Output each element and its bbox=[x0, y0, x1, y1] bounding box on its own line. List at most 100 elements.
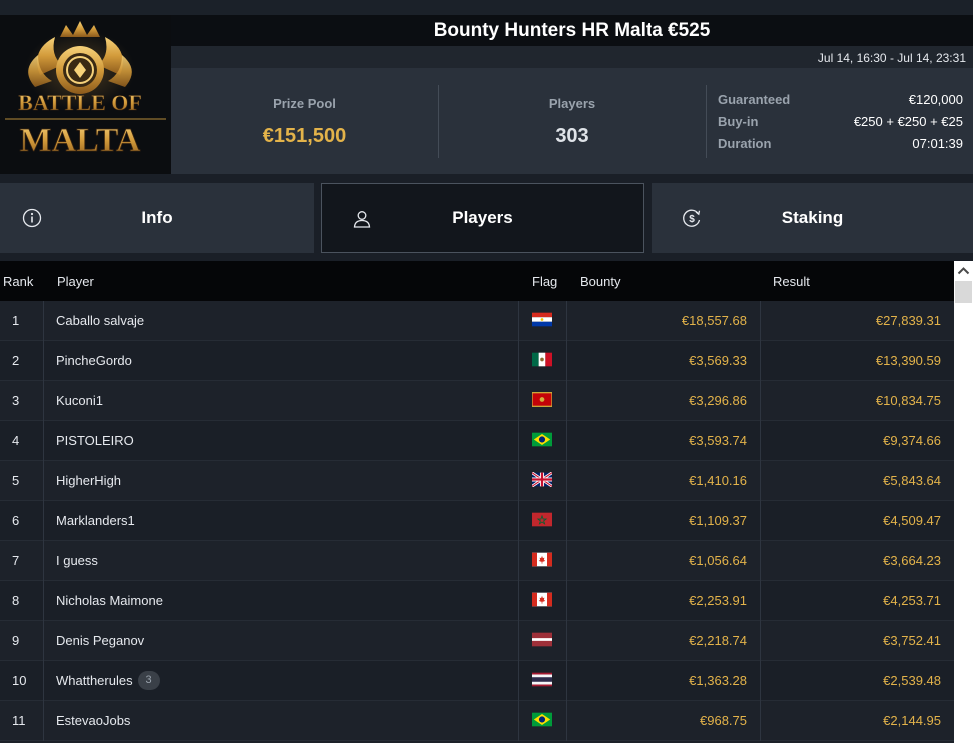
player-name[interactable]: Kuconi1 bbox=[56, 393, 103, 408]
player-cell[interactable]: PincheGordo bbox=[44, 341, 519, 381]
header-result[interactable]: Result bbox=[773, 274, 810, 289]
player-cell[interactable]: HigherHigh bbox=[44, 461, 519, 501]
guaranteed-value: €120,000 bbox=[908, 92, 963, 107]
tab-players[interactable]: Players bbox=[321, 183, 644, 253]
table-row[interactable]: 4 PISTOLEIRO €3,593.74 €9,374.66 bbox=[0, 421, 954, 461]
player-cell[interactable]: Nicholas Maimone bbox=[44, 581, 519, 621]
mexico-flag-icon bbox=[532, 352, 552, 367]
players-label: Players bbox=[548, 96, 596, 111]
player-cell[interactable]: Denis Peganov bbox=[44, 621, 519, 661]
duration-value: 07:01:39 bbox=[912, 136, 963, 151]
flag-cell bbox=[519, 661, 567, 701]
player-cell[interactable]: Whattherules 3 bbox=[44, 661, 519, 701]
rank-cell: 10 bbox=[0, 661, 44, 701]
svg-text:BATTLE OF: BATTLE OF bbox=[18, 90, 142, 115]
result-cell: €9,374.66 bbox=[883, 433, 941, 448]
players-value: 303 bbox=[555, 125, 589, 147]
tab-info[interactable]: Info bbox=[0, 183, 314, 253]
rank-cell: 9 bbox=[0, 621, 44, 661]
table-row[interactable]: 5 HigherHigh €1,410.16 €5,843.64 bbox=[0, 461, 954, 501]
gap-strip bbox=[0, 174, 973, 183]
result-cell: €2,539.48 bbox=[883, 673, 941, 688]
player-name[interactable]: Denis Peganov bbox=[56, 633, 144, 648]
morocco-flag-icon bbox=[532, 512, 552, 527]
brazil-flag-icon bbox=[532, 712, 552, 727]
result-cell: €4,509.47 bbox=[883, 513, 941, 528]
scroll-thumb[interactable] bbox=[955, 281, 972, 303]
buyin-label: Buy-in bbox=[718, 114, 759, 129]
buyin-value: €250 + €250 + €25 bbox=[853, 114, 963, 129]
table-row[interactable]: 10 Whattherules 3 €1,363.28 €2,539.48 bbox=[0, 661, 954, 701]
prize-pool-value: €151,500 bbox=[262, 125, 347, 147]
canada-flag-icon bbox=[532, 552, 552, 567]
player-cell[interactable]: EstevaoJobs bbox=[44, 701, 519, 741]
player-cell[interactable]: Kuconi1 bbox=[44, 381, 519, 421]
tab-info-label: Info bbox=[141, 208, 173, 227]
buyin-row: Buy-in €250 + €250 + €25 bbox=[718, 114, 963, 136]
player-cell[interactable]: Marklanders1 bbox=[44, 501, 519, 541]
guaranteed-row: Guaranteed €120,000 bbox=[718, 92, 963, 114]
result-cell: €13,390.59 bbox=[875, 353, 941, 368]
prize-pool-label: Prize Pool bbox=[273, 96, 336, 111]
player-name[interactable]: I guess bbox=[56, 553, 98, 568]
table-row[interactable]: 7 I guess €1,056.64 €3,664.23 bbox=[0, 541, 954, 581]
bounty-cell: €1,056.64 bbox=[567, 541, 761, 581]
table-row[interactable]: 11 EstevaoJobs €968.75 €2,144.95 bbox=[0, 701, 954, 741]
rank-cell: 11 bbox=[0, 701, 44, 741]
table-header: Rank Player Flag Bounty Result bbox=[0, 261, 954, 301]
player-name[interactable]: EstevaoJobs bbox=[56, 713, 130, 728]
dollar-cycle-icon: $ bbox=[683, 209, 701, 227]
top-strip bbox=[0, 0, 973, 15]
canada-flag-icon bbox=[532, 592, 552, 607]
player-cell[interactable]: Caballo salvaje bbox=[44, 301, 519, 341]
player-name[interactable]: PincheGordo bbox=[56, 353, 132, 368]
result-cell: €27,839.31 bbox=[875, 313, 941, 328]
user-icon bbox=[353, 211, 371, 228]
header-rank[interactable]: Rank bbox=[3, 274, 33, 289]
table-row[interactable]: 9 Denis Peganov €2,218.74 €3,752.41 bbox=[0, 621, 954, 661]
bounty-cell: €3,296.86 bbox=[567, 381, 761, 421]
table-row[interactable]: 8 Nicholas Maimone €2,253.91 €4,253.71 bbox=[0, 581, 954, 621]
player-name[interactable]: Whattherules bbox=[56, 673, 133, 688]
table-row[interactable]: 3 Kuconi1 €3,296.86 €10,834.75 bbox=[0, 381, 954, 421]
bounty-cell: €3,593.74 bbox=[567, 421, 761, 461]
header-player[interactable]: Player bbox=[57, 274, 94, 289]
players-table: Rank Player Flag Bounty Result 1 Caballo … bbox=[0, 261, 954, 743]
battle-of-malta-logo: BATTLE OF MALTA bbox=[0, 15, 171, 174]
player-name[interactable]: Nicholas Maimone bbox=[56, 593, 163, 608]
result-cell: €10,834.75 bbox=[875, 393, 941, 408]
player-name[interactable]: HigherHigh bbox=[56, 473, 121, 488]
tournament-dates: Jul 14, 16:30 - Jul 14, 23:31 bbox=[171, 46, 973, 68]
header-flag[interactable]: Flag bbox=[532, 274, 557, 289]
players-stat: Players 303 bbox=[438, 68, 706, 174]
player-name[interactable]: PISTOLEIRO bbox=[56, 433, 134, 448]
result-cell: €3,752.41 bbox=[883, 633, 941, 648]
result-cell: €3,664.23 bbox=[883, 553, 941, 568]
bounty-cell: €1,109.37 bbox=[567, 501, 761, 541]
scroll-up-icon[interactable] bbox=[954, 261, 973, 281]
table-row[interactable]: 1 Caballo salvaje €18,557.68 €27,839.31 bbox=[0, 301, 954, 341]
bounty-cell: €1,410.16 bbox=[567, 461, 761, 501]
rank-cell: 1 bbox=[0, 301, 44, 341]
scrollbar[interactable] bbox=[954, 261, 973, 743]
player-name[interactable]: Marklanders1 bbox=[56, 513, 135, 528]
table-row[interactable]: 2 PincheGordo €3,569.33 €13,390.59 bbox=[0, 341, 954, 381]
player-cell[interactable]: PISTOLEIRO bbox=[44, 421, 519, 461]
paraguay-flag-icon bbox=[532, 312, 552, 327]
rank-cell: 3 bbox=[0, 381, 44, 421]
flag-cell bbox=[519, 621, 567, 661]
rank-cell: 5 bbox=[0, 461, 44, 501]
tournament-details: Guaranteed €120,000 Buy-in €250 + €250 +… bbox=[718, 92, 963, 158]
header-bounty[interactable]: Bounty bbox=[580, 274, 620, 289]
flag-cell bbox=[519, 501, 567, 541]
uk-flag-icon bbox=[532, 472, 552, 487]
flag-cell bbox=[519, 381, 567, 421]
rank-cell: 6 bbox=[0, 501, 44, 541]
flag-cell bbox=[519, 461, 567, 501]
table-body: 1 Caballo salvaje €18,557.68 €27,839.31 2 Pin… bbox=[0, 301, 954, 741]
table-row[interactable]: 6 Marklanders1 €1,109.37 €4,509.47 bbox=[0, 501, 954, 541]
player-name[interactable]: Caballo salvaje bbox=[56, 313, 144, 328]
flag-cell bbox=[519, 541, 567, 581]
tab-staking[interactable]: $ Staking bbox=[652, 183, 973, 253]
player-cell[interactable]: I guess bbox=[44, 541, 519, 581]
